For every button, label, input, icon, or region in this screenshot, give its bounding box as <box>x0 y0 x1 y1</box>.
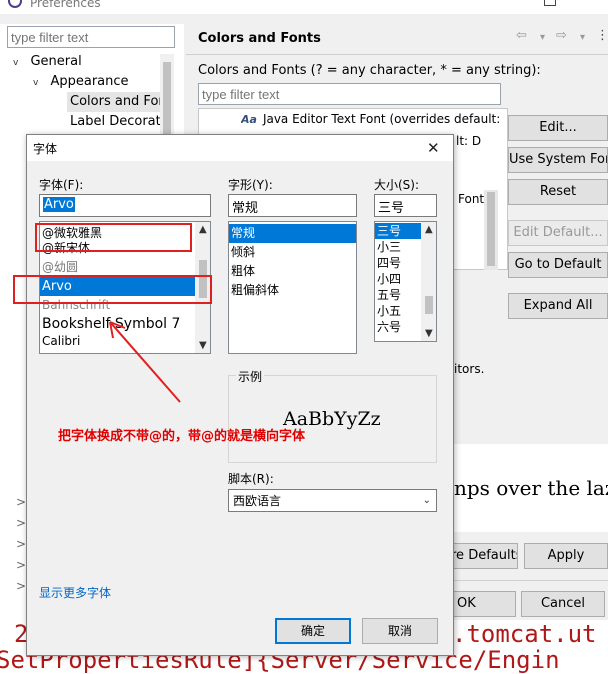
tree-item-general[interactable]: v General <box>13 54 82 69</box>
script-select[interactable]: 西欧语言 ⌄ <box>228 489 437 512</box>
font-icon: Aa <box>241 113 257 126</box>
list-item[interactable]: 六号 <box>375 319 421 335</box>
side-text-editors: itors. <box>454 362 485 376</box>
font-style-input[interactable]: 常规 <box>228 194 357 217</box>
font-dialog: 字体 ✕ 字体(F): Arvo @微软雅黑 @新宋体 @幼圆 Arvo Bah… <box>26 134 454 656</box>
annotation-box-at-fonts <box>35 223 192 252</box>
console-line-1: .tomcat.ut <box>452 620 597 648</box>
header-divider <box>186 54 608 55</box>
back-arrow-icon[interactable]: ⇦ <box>516 28 527 43</box>
cancel-button[interactable]: Cancel <box>521 591 605 617</box>
list-item[interactable]: 倾斜 <box>229 243 356 262</box>
forward-menu-icon[interactable]: ▾ <box>580 32 585 43</box>
annotation-box-arvo <box>13 275 212 304</box>
reset-button[interactable]: Reset <box>508 179 608 205</box>
restore-defaults-button[interactable]: re Defaults <box>450 543 518 569</box>
colors-tree-scroll-thumb[interactable] <box>487 192 495 266</box>
scroll-down-icon[interactable]: ▼ <box>199 340 207 351</box>
sample-label: 示例 <box>236 368 265 385</box>
size-list-scrollbar[interactable]: ▲ ▼ <box>421 222 436 341</box>
list-item[interactable]: 小三 <box>375 239 421 255</box>
script-label: 脚本(R): <box>228 472 274 486</box>
window-title: Preferences <box>30 0 101 10</box>
tree-item-appearance[interactable]: v Appearance <box>33 74 129 89</box>
chevron-right-icon[interactable]: > <box>16 513 26 534</box>
list-item[interactable]: 小四 <box>375 271 421 287</box>
font-size-input[interactable]: 三号 <box>374 194 437 217</box>
list-item-selected[interactable]: 常规 <box>229 224 356 243</box>
font-cancel-button[interactable]: 取消 <box>362 618 438 644</box>
tree-item-label-decorations[interactable]: Label Decorations <box>70 114 162 129</box>
style-label: 字形(Y): <box>228 178 273 192</box>
back-menu-icon[interactable]: ▾ <box>540 32 545 43</box>
font-dialog-title: 字体 <box>33 142 58 156</box>
sample-group: 示例 AaBbYyZz <box>228 368 437 463</box>
list-item[interactable]: 粗偏斜体 <box>229 281 356 300</box>
show-more-fonts-link[interactable]: 显示更多字体 <box>39 584 111 601</box>
go-to-default-button[interactable]: Go to Default <box>508 252 608 278</box>
annotation-text: 把字体换成不带@的，带@的就是横向字体 <box>58 429 306 444</box>
tree-filter-input[interactable] <box>7 26 175 48</box>
font-dialog-titlebar: 字体 ✕ <box>27 135 453 161</box>
font-label: 字体(F): <box>39 178 84 192</box>
list-item[interactable]: 四号 <box>375 255 421 271</box>
window-titlebar: Preferences <box>0 0 608 14</box>
tree-item-java-editor-text-font[interactable]: Aa Java Editor Text Font (overrides defau… <box>241 112 503 126</box>
list-item-selected[interactable]: 三号 <box>375 223 421 239</box>
ok-button[interactable]: OK <box>450 591 516 617</box>
font-name-input[interactable]: Arvo <box>39 194 211 217</box>
size-list-scroll-thumb[interactable] <box>425 296 433 314</box>
edit-default-button[interactable]: Edit Default... <box>508 220 608 246</box>
scroll-down-icon[interactable]: ▼ <box>425 328 433 339</box>
font-preview-area: nps over the laz <box>454 444 608 532</box>
chevron-right-icon[interactable]: > <box>16 555 26 576</box>
side-text-font: Font <box>458 192 485 206</box>
colors-filter-input[interactable] <box>198 83 501 105</box>
page-title: Colors and Fonts <box>198 31 321 46</box>
maximize-button[interactable] <box>544 0 556 6</box>
preview-text: nps over the laz <box>454 476 608 500</box>
arrow-shaft <box>109 321 181 403</box>
list-item[interactable]: 小五 <box>375 303 421 319</box>
list-item[interactable]: 粗体 <box>229 262 356 281</box>
list-item[interactable]: 五号 <box>375 287 421 303</box>
font-ok-button[interactable]: 确定 <box>275 618 351 644</box>
font-size-list[interactable]: 三号 小三 四号 小四 五号 小五 六号 ▲ ▼ <box>374 221 437 342</box>
colors-fonts-description: Colors and Fonts (? = any character, * =… <box>198 63 541 78</box>
apply-button[interactable]: Apply <box>524 543 608 569</box>
view-menu-icon[interactable]: ⋮ <box>596 28 608 43</box>
edit-button[interactable]: Edit... <box>508 115 608 141</box>
use-system-font-button[interactable]: Use System Font <box>508 147 608 173</box>
chevron-down-icon[interactable]: v <box>33 78 38 88</box>
chevron-down-icon: ⌄ <box>422 495 431 506</box>
side-text-default: lt: D <box>456 134 482 148</box>
eclipse-app-icon <box>8 0 22 8</box>
scroll-up-icon[interactable]: ▲ <box>425 224 433 235</box>
annotation-arrow <box>109 321 181 403</box>
chevron-down-icon[interactable]: v <box>13 58 18 68</box>
close-icon[interactable]: ✕ <box>427 139 440 157</box>
chevron-right-icon[interactable]: > <box>16 534 26 555</box>
chevron-right-icon[interactable]: > <box>16 576 26 597</box>
scroll-up-icon[interactable]: ▲ <box>199 224 207 235</box>
forward-arrow-icon[interactable]: ⇨ <box>556 28 567 43</box>
collapsed-chevrons: > > > > > <box>16 492 26 597</box>
tree-item-colors-and-fonts[interactable]: Colors and Fonts <box>67 92 160 112</box>
size-label: 大小(S): <box>374 178 420 192</box>
font-style-list[interactable]: 常规 倾斜 粗体 粗偏斜体 <box>228 221 357 354</box>
colors-tree-scrollbar[interactable] <box>484 190 498 270</box>
expand-all-button[interactable]: Expand All <box>508 293 608 319</box>
page-header: Colors and Fonts ⇦ ▾ ⇨ ▾ ⋮ <box>186 24 608 54</box>
chevron-right-icon[interactable]: > <box>16 492 26 513</box>
